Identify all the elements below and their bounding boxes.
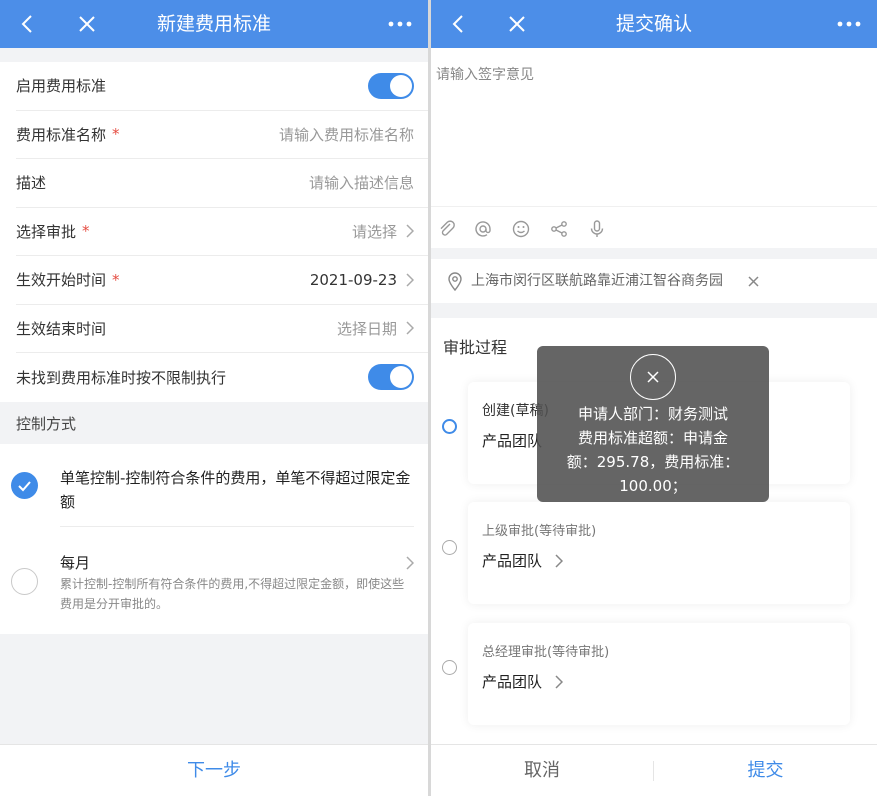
start-date-value[interactable]: 2021-09-23: [120, 271, 397, 289]
unlimited-label: 未找到费用标准时按不限制执行: [16, 368, 227, 387]
chevron-right-icon: [555, 674, 564, 689]
share-icon[interactable]: [549, 219, 569, 239]
step-team[interactable]: 产品团队: [482, 430, 542, 451]
description-label: 描述: [16, 174, 47, 193]
required-mark: *: [112, 270, 120, 289]
step-dot-active: [442, 419, 457, 434]
standard-name-row[interactable]: 费用标准名称 * 请输入费用标准名称: [16, 111, 428, 159]
option-monthly-control[interactable]: 每月 累计控制-控制所有符合条件的费用,不得超过限定金额，即使这些费用是分开审批…: [0, 526, 428, 634]
option-monthly-desc: 累计控制-控制所有符合条件的费用,不得超过限定金额，即使这些费用是分开审批的。: [60, 577, 405, 611]
standard-form: 启用费用标准 费用标准名称 * 请输入费用标准名称 描述 请输入描述信息 选择审…: [0, 62, 428, 402]
approval-process-title: 审批过程: [443, 338, 508, 357]
chevron-right-icon: [555, 553, 564, 568]
mention-icon[interactable]: [473, 219, 493, 239]
step-status: 上级审批(等待审批): [482, 524, 597, 539]
approval-step-card[interactable]: 总经理审批(等待审批) 产品团队: [468, 623, 850, 725]
approval-step-card[interactable]: 上级审批(等待审批) 产品团队: [468, 502, 850, 604]
step-team[interactable]: 产品团队: [482, 550, 564, 571]
description-row[interactable]: 描述 请输入描述信息: [16, 159, 428, 208]
location-pin-icon: [448, 272, 462, 291]
option-single-text: 单笔控制-控制符合条件的费用，单笔不得超过限定金额: [60, 469, 411, 511]
start-date-label: 生效开始时间: [16, 271, 107, 290]
location-row: 上海市闵行区联航路靠近浦江智谷商务园: [431, 259, 877, 303]
cancel-button[interactable]: 取消: [431, 745, 653, 796]
toast-message: 申请人部门：财务测试 费用标准超额：申请金 额：295.78，费用标准： 100…: [551, 402, 755, 498]
required-mark: *: [82, 222, 90, 241]
end-date-label: 生效结束时间: [16, 319, 107, 338]
standard-name-label: 费用标准名称: [16, 125, 107, 144]
bottom-bar: 下一步: [0, 744, 428, 796]
location-text: 上海市闵行区联航路靠近浦江智谷商务园: [471, 273, 723, 289]
step-team-label: 产品团队: [482, 552, 543, 570]
control-options: 单笔控制-控制符合条件的费用，单笔不得超过限定金额 每月 累计控制-控制所有符合…: [0, 444, 428, 634]
comment-placeholder: 请输入签字意见: [436, 67, 534, 83]
enable-standard-toggle[interactable]: [368, 72, 414, 99]
option-single-control[interactable]: 单笔控制-控制符合条件的费用，单笔不得超过限定金额: [0, 444, 428, 526]
step-dot: [442, 540, 457, 555]
select-approval-label: 选择审批: [16, 222, 77, 241]
unlimited-row: 未找到费用标准时按不限制执行: [16, 353, 428, 402]
more-icon[interactable]: [835, 0, 863, 48]
end-date-row[interactable]: 生效结束时间 选择日期: [16, 305, 428, 353]
nav-bar: 新建费用标准: [0, 0, 428, 48]
remove-location-icon[interactable]: [748, 276, 759, 287]
page-title: 新建费用标准: [156, 13, 271, 35]
chevron-right-icon: [406, 273, 414, 287]
chevron-right-icon: [406, 224, 414, 238]
toast-line: 申请人部门：财务测试: [577, 405, 728, 423]
toast-line: 费用标准超额：申请金: [577, 429, 728, 447]
microphone-icon[interactable]: [587, 219, 607, 239]
bottom-bar: 取消 提交: [431, 744, 877, 796]
comment-toolbar: [431, 206, 877, 250]
unlimited-toggle[interactable]: [368, 364, 414, 391]
option-monthly-title: 每月: [60, 554, 91, 572]
page-title: 提交确认: [615, 13, 692, 35]
toast-line: 100.00；: [619, 477, 687, 495]
control-method-label: 控制方式: [16, 415, 77, 433]
comment-textarea[interactable]: 请输入签字意见: [431, 48, 877, 248]
enable-standard-row: 启用费用标准: [16, 62, 428, 111]
checked-icon[interactable]: [11, 472, 38, 499]
emoji-icon[interactable]: [511, 219, 531, 239]
end-date-value[interactable]: 选择日期: [106, 318, 397, 339]
step-team-label: 产品团队: [482, 432, 543, 450]
step-team-label: 产品团队: [482, 673, 543, 691]
unchecked-icon[interactable]: [11, 568, 38, 595]
attachment-icon[interactable]: [437, 219, 457, 239]
new-expense-standard-screen: 新建费用标准 启用费用标准 费用标准名称 * 请输入费用标准名称 描述 请输入描…: [0, 0, 428, 796]
close-icon[interactable]: [630, 354, 676, 400]
toast-line: 额：295.78，费用标准：: [566, 453, 740, 471]
next-step-button[interactable]: 下一步: [0, 745, 428, 796]
standard-name-input[interactable]: 请输入费用标准名称: [120, 124, 414, 145]
nav-bar: 提交确认: [431, 0, 877, 48]
chevron-right-icon: [406, 321, 414, 335]
more-icon[interactable]: [386, 0, 414, 48]
start-date-row[interactable]: 生效开始时间 * 2021-09-23: [16, 256, 428, 305]
step-status: 总经理审批(等待审批): [482, 645, 610, 660]
submit-button[interactable]: 提交: [654, 745, 877, 796]
chevron-right-icon: [406, 556, 414, 570]
step-dot: [442, 660, 457, 675]
select-approval-value[interactable]: 请选择: [90, 221, 397, 242]
step-team[interactable]: 产品团队: [482, 671, 564, 692]
description-input[interactable]: 请输入描述信息: [46, 172, 414, 193]
required-mark: *: [112, 125, 120, 144]
select-approval-row[interactable]: 选择审批 * 请选择: [16, 208, 428, 256]
warning-toast: 申请人部门：财务测试 费用标准超额：申请金 额：295.78，费用标准： 100…: [537, 346, 769, 502]
enable-standard-label: 启用费用标准: [16, 77, 107, 96]
